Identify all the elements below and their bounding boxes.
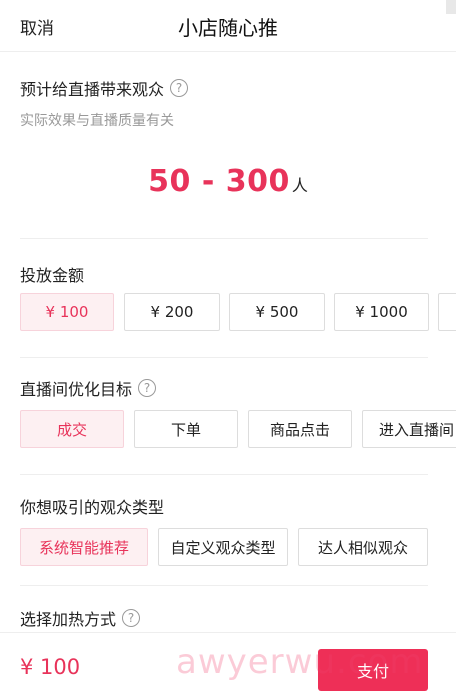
divider [20, 585, 428, 586]
budget-option-500[interactable]: ¥ 500 [229, 293, 325, 331]
goal-title: 直播间优化目标 [20, 380, 133, 399]
goal-option-deal[interactable]: 成交 [20, 410, 124, 448]
audience-option-custom[interactable]: 自定义观众类型 [158, 528, 288, 566]
goal-options: 成交 下单 商品点击 进入直播间 [0, 410, 456, 450]
divider [20, 238, 428, 239]
estimate-range: 50 - 300 [148, 164, 290, 199]
goal-option-enter-live[interactable]: 进入直播间 [362, 410, 456, 448]
audience-option-smart[interactable]: 系统智能推荐 [20, 528, 148, 566]
budget-option-100[interactable]: ¥ 100 [20, 293, 114, 331]
heating-section: 选择加热方式 ? [20, 606, 428, 630]
scroll-edge [446, 0, 456, 14]
estimate-subtitle: 实际效果与直播质量有关 [20, 113, 174, 129]
goal-option-product-click[interactable]: 商品点击 [248, 410, 352, 448]
footer-bar: ¥ 100 支付 [0, 632, 456, 698]
estimate-title: 预计给直播带来观众 [20, 80, 165, 99]
page-title: 小店随心推 [178, 16, 278, 40]
estimate-section: 预计给直播带来观众 ? 实际效果与直播质量有关 [20, 76, 428, 130]
budget-title: 投放金额 [20, 266, 85, 285]
estimate-unit: 人 [291, 176, 308, 195]
pay-button[interactable]: 支付 [318, 649, 428, 691]
budget-section: 投放金额 [20, 262, 428, 286]
divider [20, 357, 428, 358]
budget-option-more[interactable] [438, 293, 456, 331]
goal-section: 直播间优化目标 ? [20, 376, 428, 400]
audience-options: 系统智能推荐 自定义观众类型 达人相似观众 [0, 528, 456, 568]
heating-title: 选择加热方式 [20, 610, 117, 629]
help-icon[interactable]: ? [122, 609, 141, 627]
budget-option-1000[interactable]: ¥ 1000 [334, 293, 429, 331]
header-bar: 取消 小店随心推 [0, 0, 456, 52]
total-price: ¥ 100 [20, 655, 81, 679]
divider [20, 474, 428, 475]
audience-title: 你想吸引的观众类型 [20, 498, 165, 517]
help-icon[interactable]: ? [138, 379, 157, 397]
audience-option-similar[interactable]: 达人相似观众 [298, 528, 428, 566]
audience-section: 你想吸引的观众类型 [20, 494, 428, 518]
goal-option-order[interactable]: 下单 [134, 410, 238, 448]
budget-options: ¥ 100 ¥ 200 ¥ 500 ¥ 1000 [0, 293, 456, 333]
estimate-value: 50 - 300 人 [0, 164, 456, 199]
budget-option-200[interactable]: ¥ 200 [124, 293, 220, 331]
help-icon[interactable]: ? [170, 79, 189, 97]
